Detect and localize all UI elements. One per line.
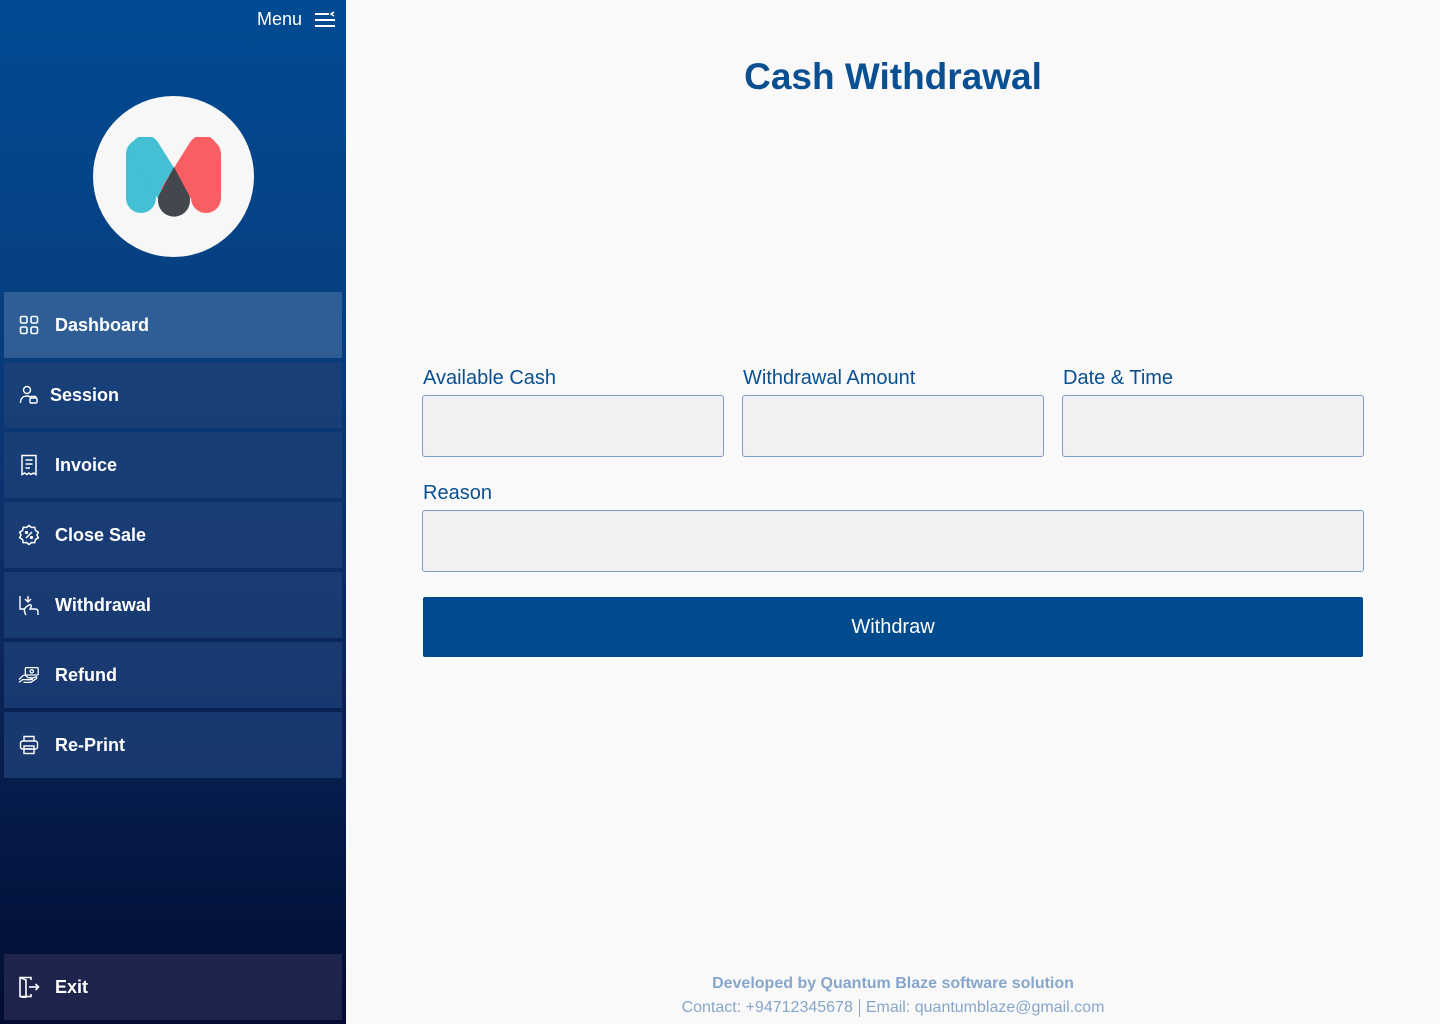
sidebar-item-session[interactable]: Session — [4, 362, 342, 428]
receipt-icon — [18, 454, 40, 476]
sidebar-item-label: Invoice — [55, 454, 118, 475]
sidebar-item-label: Withdrawal — [55, 594, 151, 615]
available-cash-label: Available Cash — [423, 367, 557, 389]
footer: Developed by Quantum Blaze software solu… — [346, 975, 1440, 1017]
page-title: Cash Withdrawal — [744, 56, 1042, 97]
sidebar-item-label: Dashboard — [55, 314, 150, 335]
contact-info: Contact: +94712345678 Email: quantumblaze… — [346, 999, 1440, 1017]
available-cash-input[interactable] — [422, 395, 724, 457]
user-session-icon — [18, 384, 40, 406]
sidebar-item-label: Session — [50, 384, 120, 405]
sidebar-item-label: Re-Print — [55, 734, 126, 755]
menu-label: Menu — [256, 9, 302, 29]
sidebar-item-label: Close Sale — [55, 524, 147, 545]
sidebar-item-refund[interactable]: Refund — [4, 642, 342, 708]
app-logo — [93, 96, 254, 257]
exit-label: Exit — [55, 976, 89, 997]
date-time-input[interactable] — [1062, 395, 1364, 457]
sidebar-item-dashboard[interactable]: Dashboard — [4, 292, 342, 358]
developer-credit: Developed by Quantum Blaze software solu… — [712, 975, 1074, 992]
sidebar-item-label: Refund — [55, 664, 117, 685]
menu-icon — [314, 10, 336, 29]
withdrawal-amount-label: Withdrawal Amount — [743, 367, 916, 389]
sidebar-item-re-print[interactable]: Re-Print — [4, 712, 342, 778]
menu-toggle[interactable]: Menu — [257, 9, 336, 30]
logo-mark-icon — [125, 136, 221, 217]
printer-icon — [18, 734, 40, 756]
reason-input[interactable] — [422, 510, 1364, 572]
contact-phone: Contact: +94712345678 — [681, 999, 853, 1017]
footer-divider — [858, 999, 860, 1017]
sidebar-item-invoice[interactable]: Invoice — [4, 432, 342, 498]
main-content: Cash Withdrawal Available Cash Withdrawa… — [346, 0, 1440, 1024]
sidebar-item-withdrawal[interactable]: Withdrawal — [4, 572, 342, 638]
sidebar-nav: Dashboard Session Invoice Close Sale Wit… — [4, 292, 342, 782]
sidebar-item-close-sale[interactable]: Close Sale — [4, 502, 342, 568]
exit-button[interactable]: Exit — [4, 954, 342, 1020]
exit-door-icon — [18, 976, 40, 998]
withdraw-button[interactable]: Withdraw — [423, 597, 1363, 657]
date-time-label: Date & Time — [1063, 367, 1174, 389]
reason-label: Reason — [423, 482, 492, 504]
withdrawal-amount-input[interactable] — [742, 395, 1044, 457]
cash-withdrawal-icon — [18, 594, 40, 616]
grid-icon — [18, 314, 40, 336]
contact-email: Email: quantumblaze@gmail.com — [865, 999, 1105, 1017]
hand-money-icon — [18, 664, 40, 686]
sidebar: Menu Dashboard Session Invoice Close Sal… — [0, 0, 346, 1024]
discount-badge-icon — [18, 524, 40, 546]
